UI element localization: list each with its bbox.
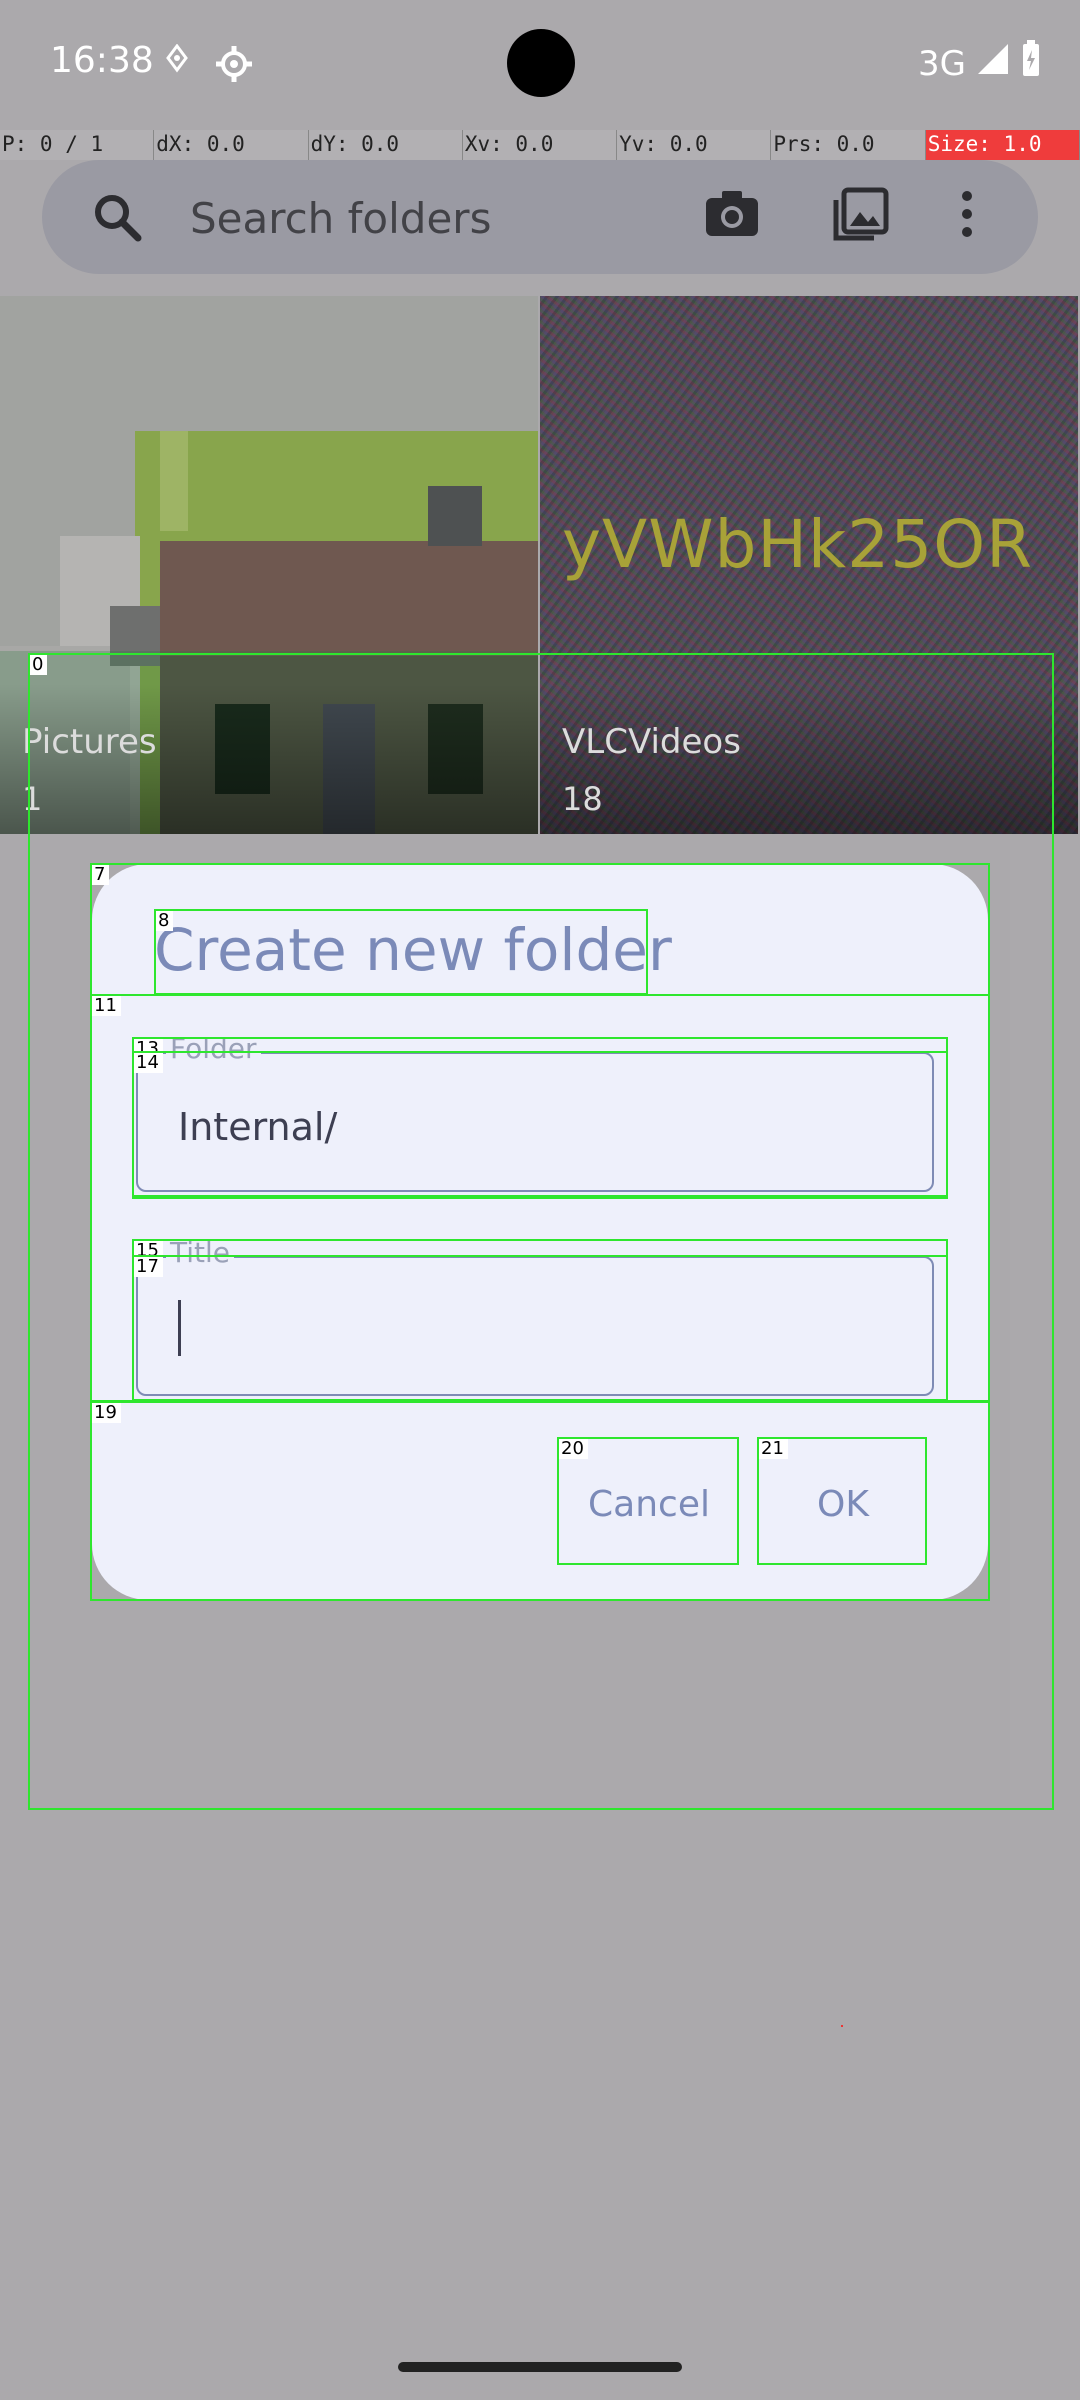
- location-icon: [166, 43, 188, 78]
- touch-point: [841, 2025, 843, 2027]
- overlay-box-folder-input: 14: [132, 1051, 948, 1197]
- overlay-box-title: 8: [154, 909, 648, 995]
- status-bar: 16:38 3G: [0, 0, 1080, 128]
- debug-dy: dY: 0.0: [308, 130, 463, 160]
- home-gesture-bar[interactable]: [398, 2362, 682, 2372]
- status-right: 3G: [918, 40, 1042, 87]
- overlay-box-cancel: 20: [557, 1437, 739, 1565]
- overlay-label: 0: [30, 655, 48, 675]
- overlay-box-title-input: 17: [132, 1255, 948, 1401]
- search-icon[interactable]: [90, 190, 144, 248]
- overlay-label: 14: [134, 1053, 163, 1073]
- network-type: 3G: [918, 43, 966, 84]
- overlay-label: 19: [92, 1403, 121, 1423]
- debug-dx: dX: 0.0: [154, 130, 309, 160]
- pointer-debug-bar: P: 0 / 1 dX: 0.0 dY: 0.0 Xv: 0.0 Yv: 0.0…: [0, 130, 1080, 160]
- thumbnail-text: yVWbHk25OR: [562, 506, 1034, 583]
- status-time: 16:38: [50, 40, 154, 81]
- overlay-box-ok: 21: [757, 1437, 927, 1565]
- camera-cutout: [507, 29, 575, 97]
- overlay-label: 11: [92, 996, 121, 1016]
- more-options-icon[interactable]: [952, 182, 982, 250]
- overlay-label: 17: [134, 1257, 163, 1277]
- settings-gear-icon: [214, 44, 254, 88]
- overlay-label: 21: [759, 1439, 788, 1459]
- camera-icon[interactable]: [700, 182, 764, 250]
- debug-prs: Prs: 0.0: [771, 130, 926, 160]
- signal-icon: [976, 42, 1010, 85]
- debug-size: Size: 1.0: [925, 130, 1080, 160]
- gallery-icon[interactable]: [828, 182, 892, 250]
- overlay-label: 7: [92, 865, 110, 885]
- overlay-label: 20: [559, 1439, 588, 1459]
- overlay-label: 8: [156, 911, 174, 931]
- debug-yv: Yv: 0.0: [617, 130, 772, 160]
- battery-icon: [1020, 40, 1042, 87]
- search-input[interactable]: [188, 186, 692, 250]
- search-bar: [42, 160, 1038, 274]
- debug-xv: Xv: 0.0: [462, 130, 618, 160]
- debug-pointer: P: 0 / 1: [0, 130, 155, 160]
